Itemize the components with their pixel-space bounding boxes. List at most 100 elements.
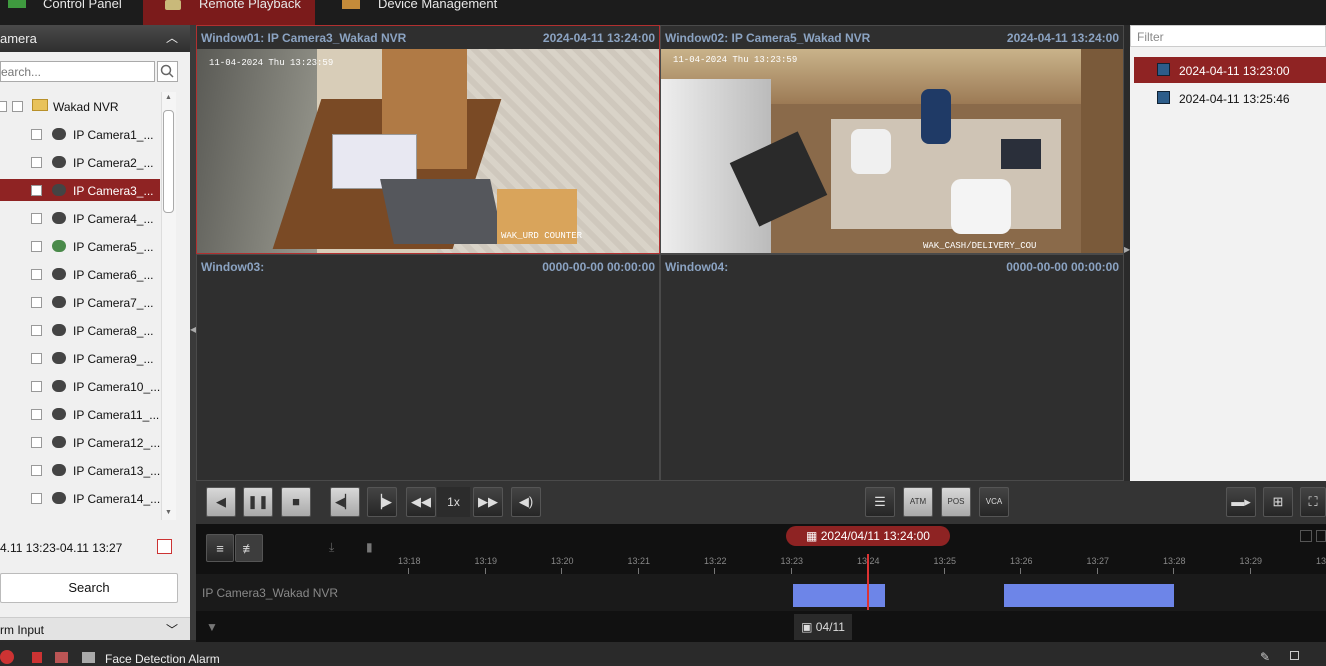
vca-button[interactable]: VCA	[979, 487, 1009, 517]
camera-button[interactable]: ▬▸	[1226, 487, 1256, 517]
time-range-field[interactable]: 4.11 13:23-04.11 13:27	[0, 537, 178, 559]
alarm-icon[interactable]	[0, 650, 14, 664]
record-item[interactable]: 2024-04-11 13:23:00	[1134, 57, 1326, 83]
tree-item-camera[interactable]: IP Camera2_...	[0, 151, 160, 173]
filter-icon[interactable]: ▼	[206, 620, 218, 634]
chevron-down-icon[interactable]: ﹀	[166, 621, 178, 638]
tree-item-camera[interactable]: IP Camera1_...	[0, 123, 160, 145]
window-header: Window01: IP Camera3_Wakad NVR 2024-04-1…	[197, 26, 659, 49]
recording-segment[interactable]	[793, 584, 885, 607]
tree-item-camera[interactable]: IP Camera9_...	[0, 347, 160, 369]
checkbox[interactable]	[31, 185, 42, 196]
pin-icon[interactable]: ✎	[1260, 650, 1270, 664]
calendar-icon[interactable]	[157, 539, 172, 554]
window-header: Window03: 0000-00-00 00:00:00	[197, 255, 659, 278]
zoom-in-icon[interactable]	[1316, 530, 1326, 542]
alarm-clear-icon[interactable]	[55, 652, 68, 663]
checkbox[interactable]	[31, 213, 42, 224]
checkbox[interactable]	[31, 465, 42, 476]
tick-label: 13:23	[780, 556, 804, 566]
playhead[interactable]	[867, 554, 869, 610]
track-label: IP Camera3_Wakad NVR	[202, 586, 339, 600]
video-window-4[interactable]: Window04: 0000-00-00 00:00:00	[660, 254, 1124, 481]
alarm-sound-icon[interactable]	[32, 652, 42, 663]
prev-frame-button[interactable]: ◀▏	[330, 487, 360, 517]
recording-segment[interactable]	[1004, 584, 1174, 607]
checkbox[interactable]	[31, 157, 42, 168]
tab-device-management[interactable]: Device Management	[318, 0, 518, 25]
video-window-2[interactable]: Window02: IP Camera5_Wakad NVR 2024-04-1…	[660, 25, 1124, 254]
day-value: 04/11	[815, 620, 845, 634]
tree-item-camera[interactable]: IP Camera6_...	[0, 263, 160, 285]
checkbox[interactable]	[31, 493, 42, 504]
camera-search-input[interactable]: earch...	[0, 61, 155, 82]
download-icon[interactable]: ⤓	[329, 540, 334, 555]
tree-item-camera[interactable]: IP Camera5_...	[0, 235, 160, 257]
zoom-out-icon[interactable]	[1300, 530, 1312, 542]
slow-down-button[interactable]: ◀◀	[406, 487, 436, 517]
stop-icon: ■	[292, 494, 300, 509]
filter-input[interactable]: Filter	[1130, 25, 1326, 47]
checkbox[interactable]	[31, 409, 42, 420]
video-window-3[interactable]: Window03: 0000-00-00 00:00:00	[196, 254, 660, 481]
fullscreen-button[interactable]: ⛶	[1300, 487, 1326, 517]
atm-button[interactable]: ATM	[903, 487, 933, 517]
tick-label: 13:21	[627, 556, 651, 566]
checkbox[interactable]	[31, 241, 42, 252]
record-list-button[interactable]: ☰	[865, 487, 895, 517]
stop-button[interactable]: ■	[281, 487, 311, 517]
tree-item-camera[interactable]: IP Camera11_...	[0, 403, 160, 425]
tree-item-camera[interactable]: IP Camera14_...	[0, 487, 160, 509]
tree-item-camera[interactable]: IP Camera7_...	[0, 291, 160, 313]
checkbox[interactable]	[31, 269, 42, 280]
camera-label: IP Camera11_...	[73, 408, 160, 422]
timeline-track[interactable]: IP Camera3_Wakad NVR	[196, 574, 1326, 611]
pos-button[interactable]: POS	[941, 487, 971, 517]
tree-item-camera[interactable]: IP Camera3_...	[0, 179, 160, 201]
timeline-mode-button-alt[interactable]: ≢	[235, 534, 263, 562]
camera-label: IP Camera2_...	[73, 156, 154, 170]
tick-label: 13:22	[704, 556, 727, 566]
search-icon[interactable]	[157, 61, 178, 82]
volume-button[interactable]: ◀)	[511, 487, 541, 517]
tab-control-panel[interactable]: Control Panel	[0, 0, 140, 25]
chevron-up-icon[interactable]: ︿	[166, 29, 178, 46]
expand-toggle[interactable]	[0, 101, 7, 112]
checkbox[interactable]	[31, 381, 42, 392]
checkbox[interactable]	[31, 325, 42, 336]
tree-item-camera[interactable]: IP Camera10_...	[0, 375, 160, 397]
checkbox[interactable]	[31, 437, 42, 448]
tree-item-camera[interactable]: IP Camera12_...	[0, 431, 160, 453]
alarm-input-header[interactable]: rm Input ﹀	[0, 617, 190, 640]
next-frame-button[interactable]: ▕▶	[367, 487, 397, 517]
window-title: Window03:	[201, 260, 265, 274]
record-item[interactable]: 2024-04-11 13:25:46	[1134, 85, 1326, 111]
tree-item-camera[interactable]: IP Camera13_...	[0, 459, 160, 481]
checkbox[interactable]	[31, 297, 42, 308]
window-datetime: 0000-00-00 00:00:00	[1006, 260, 1119, 274]
tree-item-camera[interactable]: IP Camera8_...	[0, 319, 160, 341]
checkbox[interactable]	[12, 101, 23, 112]
checkbox[interactable]	[31, 129, 42, 140]
video-file-icon	[1157, 63, 1170, 76]
video-file-icon	[1157, 91, 1170, 104]
layout-button[interactable]: ⊞	[1263, 487, 1293, 517]
video-window-1[interactable]: Window01: IP Camera3_Wakad NVR 2024-04-1…	[196, 25, 660, 254]
timeline-mode-button[interactable]: ≡	[206, 534, 234, 562]
speed-up-button[interactable]: ▶▶	[473, 487, 503, 517]
alarm-input-label: rm Input	[0, 623, 45, 637]
search-button[interactable]: Search	[0, 573, 178, 603]
tab-remote-playback[interactable]: Remote Playback	[143, 0, 315, 25]
restore-icon[interactable]	[1290, 651, 1299, 660]
scroll-up-icon[interactable]: ▲	[165, 94, 172, 101]
scrollbar-thumb[interactable]	[163, 110, 174, 213]
tree-item-camera[interactable]: IP Camera4_...	[0, 207, 160, 229]
tree-root-wakad-nvr[interactable]: Wakad NVR	[0, 95, 160, 117]
bookmark-icon[interactable]: ▮	[366, 540, 373, 554]
tick-label: 13:20	[551, 556, 574, 566]
reverse-play-button[interactable]: ◀	[206, 487, 236, 517]
pause-button[interactable]: ❚❚	[243, 487, 273, 517]
scroll-down-icon[interactable]: ▼	[165, 509, 172, 516]
checkbox[interactable]	[31, 353, 42, 364]
camera-panel-header[interactable]: amera ︿	[0, 25, 190, 52]
